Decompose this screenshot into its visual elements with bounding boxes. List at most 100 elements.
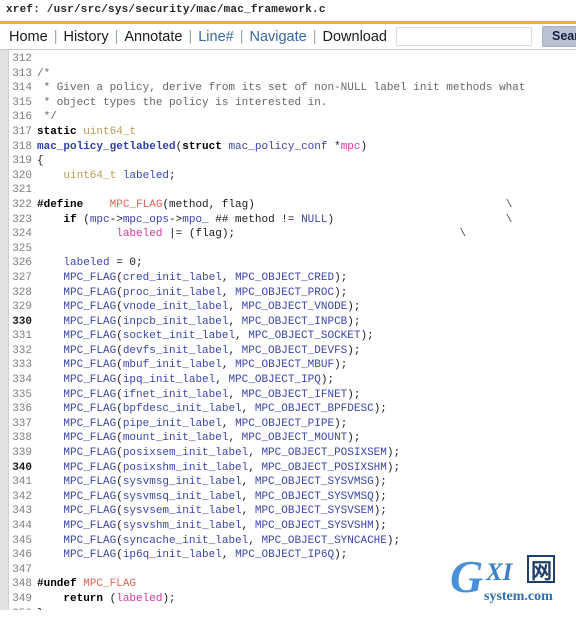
code-token-ident[interactable]: MPC_FLAG — [63, 287, 116, 299]
code-token-ident[interactable]: MPC_OBJECT_MBUF — [235, 359, 334, 371]
code-token-ident[interactable]: MPC_FLAG — [63, 535, 116, 547]
line-number[interactable]: 340 — [0, 461, 37, 476]
code-token-ident[interactable]: devfs_init_label — [123, 345, 229, 357]
line-number[interactable]: 330 — [0, 315, 37, 330]
line-number[interactable]: 346 — [0, 548, 37, 563]
code-token-ident[interactable]: mpc_ops — [123, 214, 169, 226]
line-number[interactable]: 314 — [0, 81, 37, 96]
code-token-ident[interactable]: MPC_OBJECT_INPCB — [242, 316, 348, 328]
source-code-viewer[interactable]: 312 313/* 314 * Given a policy, derive fro… — [0, 50, 576, 610]
line-number[interactable]: 315 — [0, 96, 37, 111]
line-number[interactable]: 338 — [0, 431, 37, 446]
line-number[interactable]: 348 — [0, 577, 37, 592]
line-number[interactable]: 319 — [0, 154, 37, 169]
code-token-ident[interactable]: MPC_OBJECT_POSIXSHM — [261, 462, 386, 474]
code-token-ident[interactable]: MPC_FLAG — [63, 549, 116, 561]
code-token-ident[interactable]: mount_init_label — [123, 432, 229, 444]
code-token-ident[interactable]: sysvmsq_init_label — [123, 491, 242, 503]
code-token-ident[interactable]: MPC_FLAG — [63, 301, 116, 313]
code-token-ident[interactable]: MPC_OBJECT_IPQ — [228, 374, 320, 386]
code-token-ident[interactable]: MPC_FLAG — [63, 462, 116, 474]
code-token-ident[interactable]: ifnet_init_label — [123, 389, 229, 401]
code-token-ident[interactable]: pipe_init_label — [123, 418, 222, 430]
line-number[interactable]: 342 — [0, 490, 37, 505]
code-token-ident[interactable]: ip6q_init_label — [123, 549, 222, 561]
line-number[interactable]: 322 — [0, 198, 37, 213]
code-token-ident[interactable]: MPC_FLAG — [63, 476, 116, 488]
code-token-ident[interactable]: MPC_FLAG — [63, 345, 116, 357]
code-token-ident[interactable]: sysvsem_init_label — [123, 505, 242, 517]
code-token-macro[interactable]: MPC_FLAG — [83, 578, 136, 590]
code-token-def[interactable]: mac_policy_getlabeled — [37, 141, 176, 153]
code-token-ident[interactable]: ipq_init_label — [123, 374, 215, 386]
code-token-ident[interactable]: mac_policy_conf — [228, 141, 327, 153]
code-token-ident[interactable]: MPC_OBJECT_PIPE — [235, 418, 334, 430]
code-token-ident[interactable]: labeled — [123, 170, 169, 182]
search-button[interactable]: Search — [542, 26, 576, 47]
line-number[interactable]: 325 — [0, 242, 37, 257]
nav-link-history[interactable]: History — [62, 29, 109, 45]
line-number[interactable]: 339 — [0, 446, 37, 461]
nav-link-line[interactable]: Line# — [197, 29, 234, 45]
code-token-ident[interactable]: MPC_FLAG — [63, 330, 116, 342]
code-token-ident[interactable]: MPC_FLAG — [63, 491, 116, 503]
line-number[interactable]: 331 — [0, 329, 37, 344]
line-number[interactable]: 317 — [0, 125, 37, 140]
line-number[interactable]: 335 — [0, 388, 37, 403]
code-token-ident[interactable]: MPC_OBJECT_VNODE — [242, 301, 348, 313]
code-token-ident[interactable]: sysvmsg_init_label — [123, 476, 242, 488]
code-token-ident[interactable]: MPC_OBJECT_SOCKET — [248, 330, 360, 342]
code-token-ident[interactable]: MPC_FLAG — [63, 359, 116, 371]
code-token-ident[interactable]: MPC_FLAG — [63, 447, 116, 459]
code-token-ident[interactable]: MPC_OBJECT_CRED — [235, 272, 334, 284]
code-token-ident[interactable]: inpcb_init_label — [123, 316, 229, 328]
line-number[interactable]: 347 — [0, 563, 37, 578]
line-number[interactable]: 320 — [0, 169, 37, 184]
code-token-ident[interactable]: MPC_FLAG — [63, 418, 116, 430]
line-number[interactable]: 326 — [0, 256, 37, 271]
code-token-ident[interactable]: MPC_FLAG — [63, 389, 116, 401]
code-token-ident[interactable]: MPC_OBJECT_PROC — [235, 287, 334, 299]
code-token-ident[interactable]: mbuf_init_label — [123, 359, 222, 371]
line-number[interactable]: 316 — [0, 110, 37, 125]
code-token-ident[interactable]: MPC_FLAG — [63, 374, 116, 386]
line-number[interactable]: 336 — [0, 402, 37, 417]
search-input[interactable] — [396, 27, 532, 46]
code-token-ident[interactable]: MPC_FLAG — [63, 520, 116, 532]
code-token-ident[interactable]: sysvshm_init_label — [123, 520, 242, 532]
code-token-ident[interactable]: MPC_OBJECT_SYNCACHE — [261, 535, 386, 547]
code-token-ident[interactable]: MPC_OBJECT_POSIXSEM — [261, 447, 386, 459]
code-token-ident[interactable]: MPC_FLAG — [63, 316, 116, 328]
line-number[interactable]: 341 — [0, 475, 37, 490]
line-number[interactable]: 334 — [0, 373, 37, 388]
code-token-ident[interactable]: mpo_ — [182, 214, 208, 226]
nav-link-annotate[interactable]: Annotate — [123, 29, 183, 45]
code-token-ident[interactable]: MPC_OBJECT_SYSVMSQ — [255, 491, 374, 503]
code-token-ident[interactable]: MPC_OBJECT_IFNET — [242, 389, 348, 401]
code-token-ident[interactable]: cred_init_label — [123, 272, 222, 284]
code-token-ident[interactable]: MPC_FLAG — [63, 505, 116, 517]
code-token-ident[interactable]: MPC_FLAG — [63, 432, 116, 444]
code-token-ident[interactable]: vnode_init_label — [123, 301, 229, 313]
line-number[interactable]: 344 — [0, 519, 37, 534]
code-token-ident[interactable]: MPC_OBJECT_SYSVMSG — [255, 476, 374, 488]
code-token-ident[interactable]: posixshm_init_label — [123, 462, 248, 474]
code-token-ident[interactable]: mpc — [90, 214, 110, 226]
code-token-ident[interactable]: MPC_OBJECT_SYSVSEM — [255, 505, 374, 517]
line-number[interactable]: 350 — [0, 607, 37, 610]
line-number[interactable]: 349 — [0, 592, 37, 607]
code-token-ident[interactable]: MPC_OBJECT_BPFDESC — [255, 403, 374, 415]
line-number[interactable]: 327 — [0, 271, 37, 286]
line-number[interactable]: 345 — [0, 534, 37, 549]
line-number[interactable]: 318 — [0, 140, 37, 155]
code-token-ident[interactable]: MPC_OBJECT_MOUNT — [242, 432, 348, 444]
code-token-ident[interactable]: MPC_OBJECT_DEVFS — [242, 345, 348, 357]
line-number[interactable]: 337 — [0, 417, 37, 432]
code-token-ident[interactable]: labeled — [63, 257, 109, 269]
code-token-macro[interactable]: MPC_FLAG — [110, 199, 163, 211]
line-number[interactable]: 329 — [0, 300, 37, 315]
code-token-ident[interactable]: proc_init_label — [123, 287, 222, 299]
line-number[interactable]: 312 — [0, 52, 37, 67]
code-token-ident[interactable]: MPC_OBJECT_IP6Q — [235, 549, 334, 561]
line-number[interactable]: 321 — [0, 183, 37, 198]
